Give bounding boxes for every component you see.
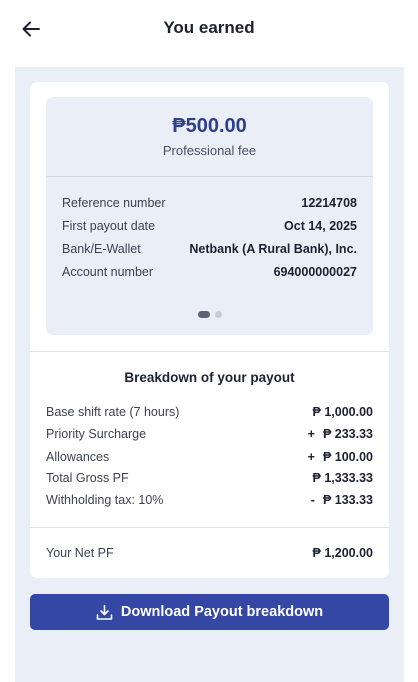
download-icon <box>96 604 113 620</box>
net-pf-row: Your Net PF ₱ 1,200.00 <box>46 544 373 562</box>
breakdown-row: Withholding tax: 10% - ₱ 133.33 <box>46 491 373 509</box>
payout-amount-label: Professional fee <box>162 143 257 158</box>
info-value: 12214708 <box>301 196 357 210</box>
first-payout-date-row: First payout date Oct 14, 2025 <box>62 217 357 235</box>
reference-number-row: Reference number 12214708 <box>62 194 357 212</box>
carousel-dot-active[interactable] <box>197 311 210 318</box>
info-label: Reference number <box>62 196 166 210</box>
breakdown-sign: - <box>310 493 315 507</box>
breakdown-label: Total Gross PF <box>46 471 129 485</box>
info-label: Account number <box>62 265 154 279</box>
breakdown-value: ₱ 233.33 <box>322 427 373 441</box>
breakdown-title: Breakdown of your payout <box>124 370 295 385</box>
breakdown-row: Base shift rate (7 hours) ₱ 1,000.00 <box>46 403 373 421</box>
breakdown-value: ₱ 100.00 <box>322 450 373 464</box>
breakdown-label: Withholding tax: 10% <box>46 493 164 507</box>
payout-summary-carousel[interactable]: ₱500.00 Professional fee Reference numbe… <box>46 97 373 335</box>
bank-ewallet-row: Bank/E-Wallet Netbank (A Rural Bank), In… <box>62 240 357 258</box>
breakdown-value: ₱ 1,333.33 <box>312 471 373 485</box>
net-pf-value: ₱ 1,200.00 <box>312 546 373 560</box>
breakdown-value: ₱ 1,000.00 <box>312 405 373 419</box>
info-value: Oct 14, 2025 <box>284 219 357 233</box>
info-value: 694000000027 <box>273 265 357 279</box>
breakdown-row: Allowances + ₱ 100.00 <box>46 448 373 466</box>
breakdown-sign: + <box>307 450 315 464</box>
download-button-label: Download Payout breakdown <box>120 604 324 620</box>
download-payout-button[interactable]: Download Payout breakdown <box>30 594 389 630</box>
breakdown-label: Allowances <box>46 450 110 464</box>
breakdown-label: Base shift rate (7 hours) <box>46 405 180 419</box>
info-label: First payout date <box>62 219 156 233</box>
divider <box>46 176 373 177</box>
info-value: Netbank (A Rural Bank), Inc. <box>189 242 357 256</box>
net-pf-label: Your Net PF <box>46 546 114 560</box>
divider <box>30 351 389 352</box>
breakdown-row: Priority Surcharge + ₱ 233.33 <box>46 425 373 443</box>
divider <box>30 527 389 528</box>
app-header: You earned <box>0 0 418 60</box>
carousel-indicator <box>46 311 373 318</box>
carousel-dot[interactable] <box>214 311 222 318</box>
breakdown-row: Total Gross PF ₱ 1,333.33 <box>46 469 373 487</box>
breakdown-label: Priority Surcharge <box>46 427 147 441</box>
breakdown-sign: + <box>307 427 315 441</box>
payout-amount: ₱500.00 <box>172 115 247 137</box>
page-title: You earned <box>163 18 255 37</box>
breakdown-value: ₱ 133.33 <box>322 493 373 507</box>
account-number-row: Account number 694000000027 <box>62 263 357 281</box>
info-label: Bank/E-Wallet <box>62 242 141 256</box>
